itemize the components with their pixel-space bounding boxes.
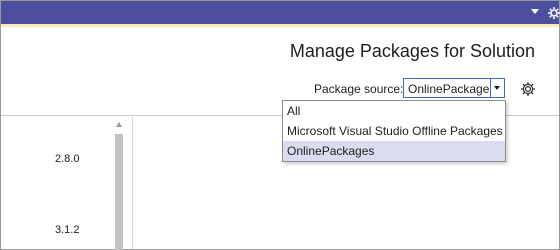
package-source-dropdown-button[interactable] [490,79,504,97]
package-source-label: Package source: [314,82,404,96]
version-label: 3.1.2 [55,224,80,236]
chevron-down-icon[interactable] [531,9,539,14]
vertical-scrollbar[interactable] [111,117,128,250]
dropdown-option-offline-packages[interactable]: Microsoft Visual Studio Offline Packages [283,121,505,141]
package-source-value: OnlinePackages [408,82,496,96]
title-bar-accent [1,24,559,27]
pane-border [132,117,133,249]
package-source-select[interactable]: OnlinePackages [403,78,505,98]
title-bar [1,1,560,24]
gear-icon[interactable] [547,5,560,21]
version-label: 2.8.0 [55,153,80,165]
page-title: Manage Packages for Solution [289,41,535,61]
chevron-down-icon [494,86,500,90]
gear-icon[interactable] [520,81,536,97]
package-source-dropdown-list: All Microsoft Visual Studio Offline Pack… [282,100,506,162]
scrollbar-thumb[interactable] [115,134,123,250]
dropdown-option-all[interactable]: All [283,101,505,121]
arrow-up-icon[interactable] [116,122,122,127]
dropdown-option-online-packages[interactable]: OnlinePackages [283,141,505,161]
package-manager-window: Manage Packages for Solution Package sou… [0,0,560,250]
